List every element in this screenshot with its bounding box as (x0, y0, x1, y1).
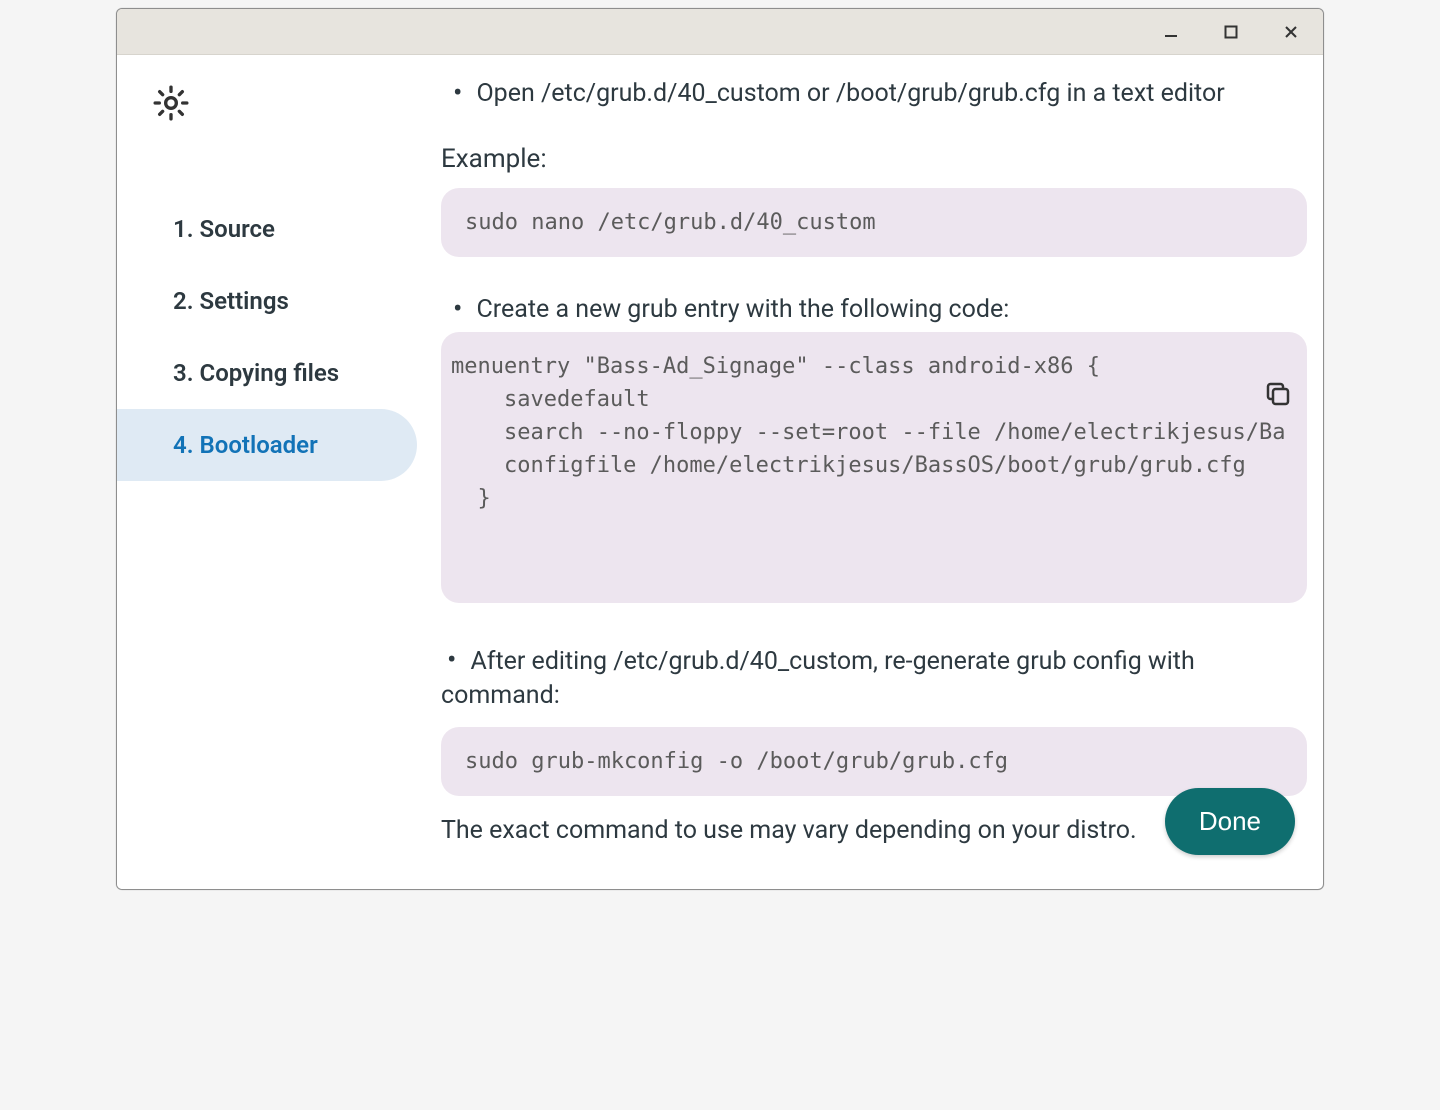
step-label: 1. Source (173, 215, 275, 243)
step-label: 3. Copying files (173, 359, 339, 387)
step-nav: 1. Source 2. Settings 3. Copying files 4… (117, 193, 425, 481)
bullet-text: Create a new grub entry with the followi… (476, 295, 1009, 324)
button-label: Done (1199, 806, 1261, 836)
instruction-bullet: Create a new grub entry with the followi… (447, 295, 1307, 324)
bullet-text: After editing /etc/grub.d/40_custom, re-… (441, 647, 1195, 710)
titlebar (117, 9, 1323, 55)
code-block-nano: sudo nano /etc/grub.d/40_custom (441, 188, 1307, 257)
example-label: Example: (441, 144, 1307, 174)
brightness-icon[interactable] (117, 55, 425, 127)
done-button[interactable]: Done (1165, 788, 1295, 855)
code-block-grub-entry: menuentry "Bass-Ad_Signage" --class andr… (441, 332, 1307, 603)
instruction-bullet: •After editing /etc/grub.d/40_custom, re… (441, 641, 1307, 713)
maximize-button[interactable] (1223, 24, 1239, 40)
copy-icon[interactable] (1104, 346, 1293, 452)
bullet-text: Open /etc/grub.d/40_custom or /boot/grub… (476, 79, 1224, 108)
step-label: 4. Bootloader (173, 431, 318, 459)
main-content: Open /etc/grub.d/40_custom or /boot/grub… (425, 55, 1323, 889)
minimize-button[interactable] (1163, 24, 1179, 40)
code-block-mkconfig: sudo grub-mkconfig -o /boot/grub/grub.cf… (441, 727, 1307, 796)
sidebar: 1. Source 2. Settings 3. Copying files 4… (117, 55, 425, 889)
step-copying[interactable]: 3. Copying files (117, 337, 417, 409)
close-button[interactable] (1283, 24, 1299, 40)
code-text: sudo grub-mkconfig -o /boot/grub/grub.cf… (465, 749, 1008, 774)
code-text: sudo nano /etc/grub.d/40_custom (465, 210, 876, 235)
installer-window: 1. Source 2. Settings 3. Copying files 4… (116, 8, 1324, 890)
step-source[interactable]: 1. Source (117, 193, 417, 265)
client-area: 1. Source 2. Settings 3. Copying files 4… (117, 55, 1323, 889)
step-label: 2. Settings (173, 287, 289, 315)
instruction-bullet: Open /etc/grub.d/40_custom or /boot/grub… (447, 79, 1307, 108)
step-settings[interactable]: 2. Settings (117, 265, 417, 337)
step-bootloader[interactable]: 4. Bootloader (117, 409, 417, 481)
